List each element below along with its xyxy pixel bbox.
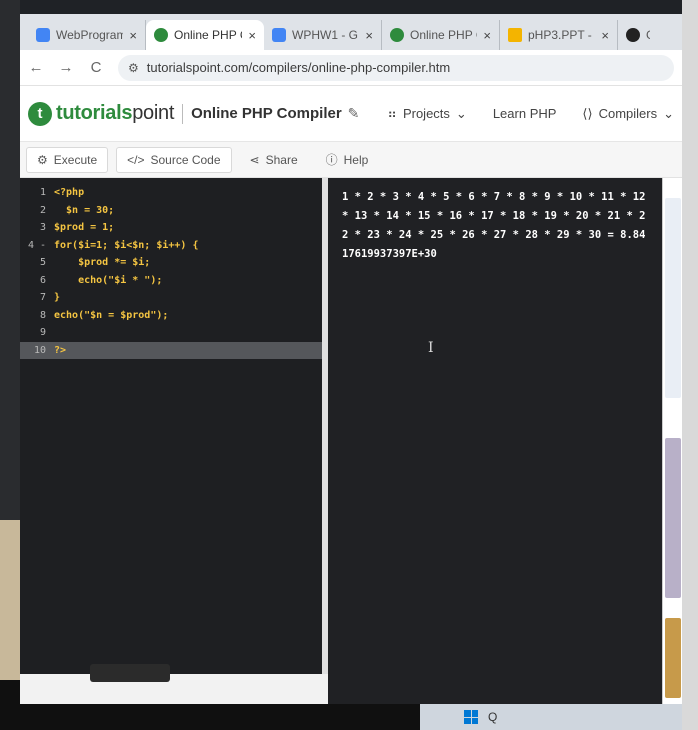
code-editor[interactable]: 1 <?php 2 $n = 30; 3 $prod = 1; 4 - for($i=… <box>20 178 322 674</box>
share-label: Share <box>265 152 298 167</box>
output-text: 1 * 2 * 3 * 4 * 5 * 6 * 7 * 8 * 9 * 10 *… <box>342 191 646 260</box>
tab-online-php-compiler[interactable]: Online PHP C × <box>146 20 264 50</box>
code-line: 1 <?php <box>39 187 85 199</box>
projects-menu[interactable]: ⠶ Projects ⌄ <box>387 106 466 122</box>
code-icon: </> <box>127 152 145 167</box>
docs-icon <box>272 28 286 42</box>
monitor-bezel-top <box>0 0 698 14</box>
tab-github[interactable]: G <box>618 20 658 50</box>
learn-php-label: Learn PHP <box>492 106 557 121</box>
close-icon[interactable]: × <box>129 28 137 43</box>
code-line: 7} <box>39 292 61 304</box>
tab-label: Online PHP C <box>174 28 243 42</box>
source-code-label: Source Code <box>150 152 221 167</box>
page-title: Online PHP Compiler <box>191 105 342 122</box>
help-label: Help <box>343 152 369 167</box>
windows-start-icon[interactable] <box>464 710 478 724</box>
tutorialspoint-logo[interactable]: t tutorialspoint <box>28 101 175 126</box>
tab-bar: WebProgram × Online PHP C × WPHW1 - G × … <box>20 14 682 50</box>
share-icon: ⋖ <box>249 152 260 167</box>
tab-wphw1[interactable]: WPHW1 - G × <box>264 20 382 50</box>
tab-php3-ppt[interactable]: pHP3.PPT - C × <box>500 20 618 50</box>
monitor-sticker <box>90 664 170 682</box>
execute-label: Execute <box>53 152 98 167</box>
compiler-toolbar: ⚙ Execute </> Source Code ⋖ Share ⓘ Help <box>20 142 682 178</box>
text-cursor-icon: I <box>428 340 434 356</box>
help-icon: ⓘ <box>325 153 338 167</box>
chevron-down-icon: ⌄ <box>455 105 467 121</box>
divider <box>182 103 184 124</box>
learn-php-link[interactable]: Learn PHP <box>493 106 557 121</box>
tab-label: G <box>646 28 650 42</box>
execute-icon: ⚙ <box>37 152 48 167</box>
reload-button[interactable]: C <box>88 59 104 76</box>
workspace: 1 <?php 2 $n = 30; 3 $prod = 1; 4 - for($i=… <box>20 178 682 704</box>
ad-image <box>665 618 681 698</box>
tab-label: WPHW1 - G <box>292 28 358 42</box>
code-line: 6 echo("$i * "); <box>39 274 163 286</box>
site-settings-icon[interactable]: ⚙ <box>128 61 139 75</box>
grid-icon: ⠶ <box>387 105 397 121</box>
output-console: 1 * 2 * 3 * 4 * 5 * 6 * 7 * 8 * 9 * 10 *… <box>328 178 662 704</box>
code-line: 5 $prod *= $i; <box>39 257 151 269</box>
tutorialspoint-icon <box>390 28 404 42</box>
address-bar: ← → C ⚙ tutorialspoint.com/compilers/onl… <box>20 50 682 86</box>
ad-sidebar <box>662 178 682 704</box>
help-button[interactable]: ⓘ Help <box>316 147 379 173</box>
tab-label: Online PHP C <box>410 28 478 42</box>
header-nav: ⠶ Projects ⌄ Learn PHP ⟨⟩ Compilers ⌄ <box>387 106 674 122</box>
edit-icon[interactable]: ✎ <box>348 105 360 122</box>
logo-text: tutorialspoint <box>56 102 175 124</box>
search-icon[interactable]: Q <box>488 710 497 724</box>
tab-webprogram[interactable]: WebProgram × <box>28 20 146 50</box>
code-line: 4 - for($i=1; $i<$n; $i++) { <box>27 239 199 251</box>
code-line-current: 10 ?> <box>20 341 322 359</box>
code-line: 3 $prod = 1; <box>39 222 115 234</box>
url-text: tutorialspoint.com/compilers/online-php-… <box>146 60 451 75</box>
close-icon[interactable]: × <box>601 28 609 43</box>
slides-icon <box>508 28 522 42</box>
tutorialspoint-icon <box>154 28 168 42</box>
logo-icon: t <box>28 101 52 126</box>
close-icon[interactable]: × <box>483 28 491 43</box>
browser-window: WebProgram × Online PHP C × WPHW1 - G × … <box>20 14 682 704</box>
monitor-bezel-right <box>682 0 698 730</box>
close-icon[interactable]: × <box>365 28 373 43</box>
code-icon: ⟨⟩ <box>582 105 593 121</box>
source-code-button[interactable]: </> Source Code <box>116 146 232 173</box>
site-header: t tutorialspoint Online PHP Compiler ✎ ⠶… <box>20 86 682 142</box>
tab-label: pHP3.PPT - C <box>528 28 595 42</box>
ad-image <box>665 438 681 598</box>
os-taskbar: Q <box>420 704 682 730</box>
github-icon <box>626 28 640 42</box>
forward-button[interactable]: → <box>58 59 74 76</box>
compilers-label: Compilers <box>598 106 658 121</box>
code-line: 8 echo("$n = $prod"); <box>39 309 169 321</box>
projects-label: Projects <box>402 106 450 121</box>
close-icon[interactable]: × <box>248 28 256 43</box>
url-field[interactable]: ⚙ tutorialspoint.com/compilers/online-ph… <box>118 54 674 81</box>
execute-button[interactable]: ⚙ Execute <box>26 146 109 173</box>
back-button[interactable]: ← <box>28 59 44 76</box>
tab-online-php-compiler-2[interactable]: Online PHP C × <box>382 20 500 50</box>
code-line: 2 $n = 30; <box>39 204 115 216</box>
code-line: 9 <box>39 327 46 339</box>
compilers-menu[interactable]: ⟨⟩ Compilers ⌄ <box>582 106 674 122</box>
share-button[interactable]: ⋖ Share <box>240 147 308 173</box>
chevron-down-icon: ⌄ <box>663 105 674 121</box>
docs-icon <box>36 28 50 42</box>
tab-label: WebProgram <box>56 28 124 42</box>
ad-image <box>665 198 681 398</box>
